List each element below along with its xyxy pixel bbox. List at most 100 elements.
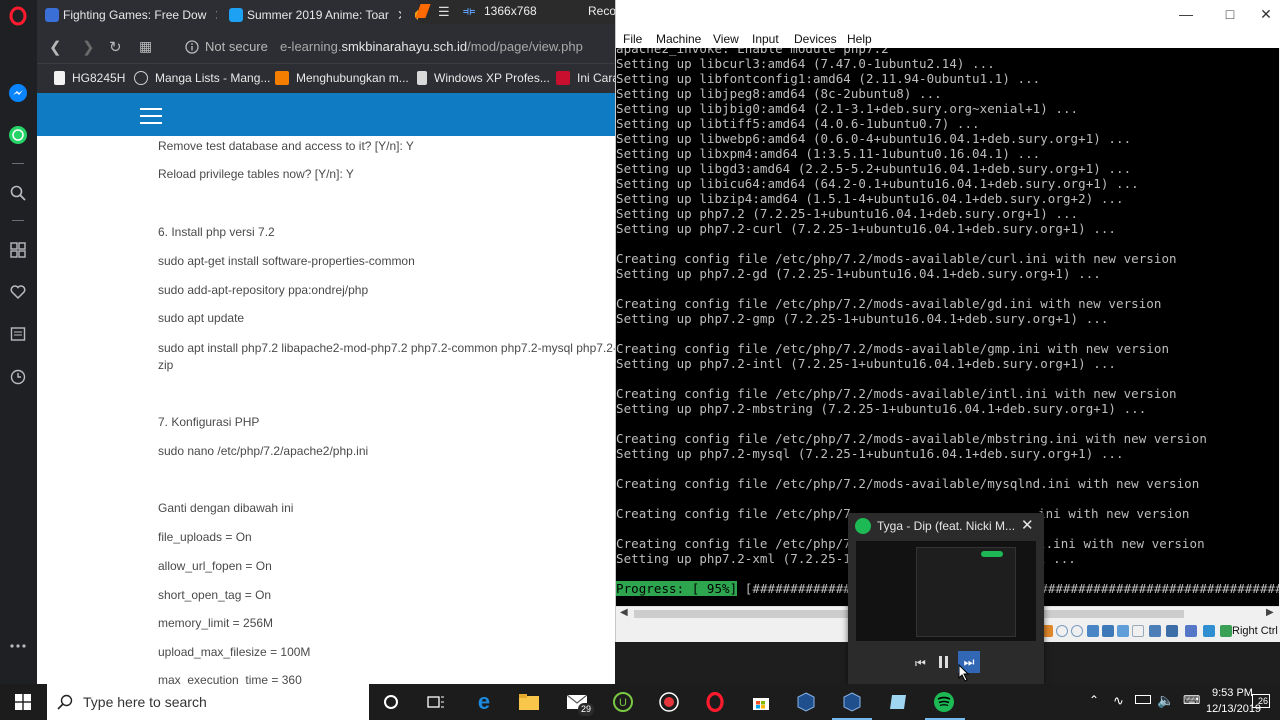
shared-folder-icon[interactable] (1117, 625, 1129, 637)
terminal-line: Setting up php7.2 (7.2.25-1+ubuntu16.04.… (616, 206, 1079, 221)
globe-icon (134, 71, 148, 85)
terminal-line: Creating config file /etc/php/7 (616, 506, 851, 521)
scroll-right-icon[interactable]: ▶ (1266, 607, 1274, 618)
whatsapp-icon[interactable] (8, 125, 28, 145)
bookmark-menghubungkan[interactable]: Menghubungkan m... (275, 71, 409, 85)
window-preview[interactable] (856, 541, 1036, 641)
windows-xp-icon (417, 71, 427, 85)
terminal-line: Setting up libwebp6:amd64 (0.6.0-4+ubunt… (616, 131, 1132, 146)
windows-start-icon[interactable] (12, 691, 34, 713)
forward-icon[interactable]: ❯ (82, 38, 95, 56)
cpu-icon[interactable] (1166, 625, 1178, 637)
bookmark-ini-cara[interactable]: Ini Cara (556, 71, 615, 85)
history-clock-icon[interactable] (8, 367, 28, 387)
text-line: Reload privilege tables now? [Y/n]: Y (158, 167, 354, 181)
scroll-left-icon[interactable]: ◀ (620, 607, 628, 618)
config-line: file_uploads = On (158, 530, 252, 544)
clock-time[interactable]: 9:53 PM (1212, 687, 1253, 699)
page-content: Remove test database and access to it? [… (37, 136, 615, 684)
reload-icon[interactable]: ↻ (109, 38, 122, 56)
terminal-line: Creating config file /etc/php/7.2/mods-a… (616, 296, 1162, 311)
virtualbox-vm-icon[interactable] (841, 691, 863, 713)
terminal-line: Creating config file /etc/php/7.2/mods-a… (616, 341, 1170, 356)
terminal-line: apache2_invoke: Enable module php7.2 (616, 48, 889, 56)
more-icon[interactable] (8, 636, 28, 656)
close-player-icon[interactable]: ✕ (1021, 516, 1034, 534)
search-icon[interactable] (8, 183, 28, 203)
tab-summer-anime[interactable]: Summer 2019 Anime: Toar ✕ (229, 2, 401, 28)
spotify-taskbar-icon[interactable] (933, 691, 955, 713)
close-tab-icon[interactable]: ✕ (397, 7, 401, 24)
menu-hamburger-icon[interactable] (140, 108, 162, 124)
spotify-mini-player: Tyga - Dip (feat. Nicki M... ✕ ⏮ ⏭ (848, 513, 1044, 684)
menu-machine[interactable]: Machine (656, 32, 701, 46)
pause-icon[interactable] (939, 656, 948, 668)
minimize-icon[interactable]: — (1176, 6, 1196, 24)
opera-logo-icon[interactable] (8, 6, 28, 26)
battery-icon[interactable] (1135, 695, 1151, 704)
store-icon[interactable] (750, 691, 772, 713)
terminal-line: Setting up libfontconfig1:amd64 (2.11.94… (616, 71, 1041, 86)
site-header (37, 93, 615, 136)
menu-help[interactable]: Help (847, 32, 872, 46)
task-view-icon[interactable] (425, 691, 447, 713)
news-icon[interactable] (8, 324, 28, 344)
vt-icon[interactable] (1185, 625, 1197, 637)
section-heading: 7. Konfigurasi PHP (158, 415, 260, 429)
recording-icon[interactable] (1149, 625, 1161, 637)
keyboard-icon[interactable] (1220, 625, 1232, 637)
app-icon[interactable] (887, 691, 909, 713)
terminal-line: Setting up php7.2-gd (7.2.25-1+ubuntu16.… (616, 266, 1101, 281)
volume-icon[interactable]: 🔈 (1157, 692, 1174, 709)
usb-icon[interactable] (1102, 625, 1114, 637)
maximize-icon[interactable]: □ (1220, 6, 1240, 24)
bookmark-hg8245h[interactable]: HG8245H (54, 71, 125, 85)
display-icon[interactable] (1132, 625, 1144, 637)
edge-icon[interactable]: e (473, 689, 495, 714)
track-title: Tyga - Dip (feat. Nicki M... (877, 519, 1016, 533)
optical-icon[interactable] (1056, 625, 1068, 637)
blogger-icon (275, 71, 289, 85)
back-icon[interactable]: ❮ (49, 38, 62, 56)
terminal-line: Setting up libxpm4:amd64 (1:3.5.11-1ubun… (616, 146, 1041, 161)
address-bar: ❮ ❯ ↻ ▦ Not secure e-learning.smkbinarah… (37, 30, 615, 63)
opera-taskbar-icon[interactable] (704, 691, 726, 713)
cortana-icon[interactable] (380, 691, 402, 713)
messenger-icon[interactable] (8, 83, 28, 103)
bookmarks-heart-icon[interactable] (8, 282, 28, 302)
network-icon[interactable] (1087, 625, 1099, 637)
resolution-label: 1366x768 (484, 4, 537, 18)
menu-view[interactable]: View (713, 32, 739, 46)
taskbar-search-box[interactable]: Type here to search (47, 684, 369, 720)
terminal-line: Setting up php7.2-mbstring (7.2.25-1+ubu… (616, 401, 1147, 416)
command-line: zip (158, 358, 174, 372)
speed-dial-icon[interactable] (8, 240, 28, 260)
security-indicator[interactable]: Not secure (185, 39, 268, 54)
virtualbox-icon[interactable] (795, 691, 817, 713)
mouse-integration-icon[interactable] (1203, 625, 1215, 637)
host-key-label: Right Ctrl (1232, 625, 1278, 637)
wifi-icon[interactable]: ∿ (1113, 693, 1124, 709)
previous-track-icon[interactable]: ⏮ (915, 656, 926, 671)
file-explorer-icon[interactable] (518, 691, 540, 713)
list-icon[interactable]: ☰ (438, 4, 450, 20)
screen-recorder-icon[interactable] (658, 691, 680, 713)
menu-input[interactable]: Input (752, 32, 779, 46)
language-icon[interactable]: ⌨ (1183, 693, 1200, 707)
mail-badge: 29 (578, 703, 594, 716)
menu-file[interactable]: File (623, 32, 642, 46)
pin-icon[interactable]: ⟚ (463, 3, 475, 19)
menu-devices[interactable]: Devices (794, 32, 837, 46)
utorrent-icon[interactable]: U (612, 691, 634, 713)
search-placeholder: Type here to search (83, 694, 207, 710)
chevron-up-icon[interactable]: ⌃ (1089, 693, 1099, 707)
close-tab-icon[interactable]: ✕ (214, 7, 217, 24)
close-window-icon[interactable]: ✕ (1256, 6, 1276, 24)
terminal-line: Setting up php7.2-gmp (7.2.25-1+ubuntu16… (616, 311, 1109, 326)
tab-fighting-games[interactable]: Fighting Games: Free Dow ✕ (45, 2, 217, 28)
bookmark-windows-xp[interactable]: Windows XP Profes... (417, 71, 550, 85)
tabs-grid-icon[interactable]: ▦ (139, 38, 152, 55)
audio-icon[interactable] (1071, 625, 1083, 637)
url-field[interactable]: e-learning.smkbinarahayu.sch.id/mod/page… (280, 39, 583, 54)
bookmark-manga-lists[interactable]: Manga Lists - Mang... (134, 71, 270, 85)
